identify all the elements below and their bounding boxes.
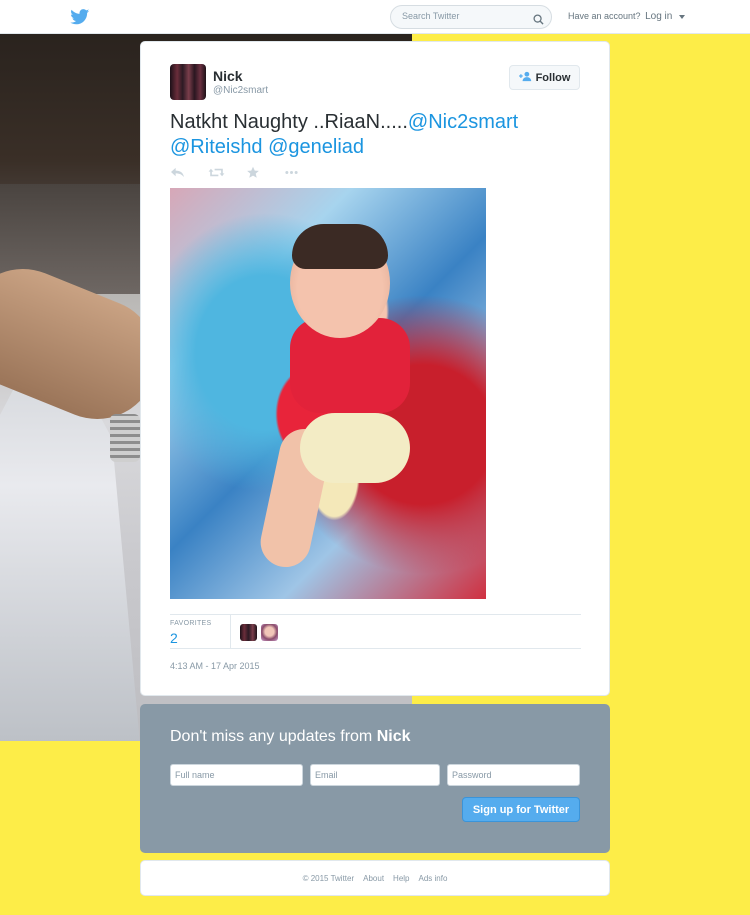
signup-title-name: Nick (376, 728, 411, 745)
favoriter-avatar[interactable] (240, 624, 257, 641)
signup-title-prefix: Don't miss any updates from (170, 728, 373, 745)
footer-link-about[interactable]: About (363, 874, 384, 883)
more-icon[interactable] (284, 166, 300, 180)
mention-link[interactable]: @Riteishd (170, 136, 263, 158)
follow-button[interactable]: Follow (509, 65, 580, 90)
twitter-bird-icon[interactable] (70, 9, 90, 25)
account-prompt: Have an account? (568, 11, 641, 21)
retweet-icon[interactable] (208, 166, 225, 180)
caret-down-icon[interactable] (678, 14, 685, 19)
tweet-body: Natkht Naughty ..RiaaN..... (170, 111, 408, 133)
top-bar: Have an account? Log in (0, 0, 750, 34)
login-link[interactable]: Log in (645, 11, 672, 22)
author-handle[interactable]: @Nic2smart (213, 85, 268, 96)
add-user-icon (518, 71, 532, 85)
divider (170, 614, 581, 615)
author-name[interactable]: Nick (213, 68, 243, 84)
fullname-field[interactable] (170, 764, 303, 786)
footer-link-ads-info[interactable]: Ads info (419, 874, 448, 883)
email-field[interactable] (310, 764, 440, 786)
footer-link-help[interactable]: Help (393, 874, 409, 883)
avatar[interactable] (170, 64, 206, 100)
signup-panel: Don't miss any updates from Nick Sign up… (140, 704, 610, 853)
search-input[interactable] (400, 10, 534, 22)
tweet-card: Nick @Nic2smart Follow Natkht Naughty ..… (140, 41, 610, 696)
favorites-count[interactable]: 2 (170, 630, 178, 646)
tweet-timestamp[interactable]: 4:13 AM - 17 Apr 2015 (170, 661, 260, 671)
password-field[interactable] (447, 764, 580, 786)
mention-link[interactable]: @Nic2smart (408, 111, 518, 133)
tweet-text: Natkht Naughty ..RiaaN.....@Nic2smart @R… (170, 110, 580, 160)
tweet-photo[interactable] (170, 188, 486, 599)
search-box[interactable] (390, 5, 552, 29)
tweet-actions (170, 166, 300, 180)
copyright-text: © 2015 Twitter (302, 873, 355, 883)
mention-link[interactable]: @geneliad (268, 136, 364, 158)
footer: © 2015 Twitter About Help Ads info (140, 860, 610, 896)
divider (230, 615, 231, 648)
search-icon[interactable] (533, 12, 544, 25)
signup-button[interactable]: Sign up for Twitter (462, 797, 580, 822)
favoriter-avatar[interactable] (261, 624, 278, 641)
favorites-label: FAVORITES (170, 620, 212, 627)
reply-icon[interactable] (170, 166, 186, 180)
divider (170, 648, 581, 649)
favorite-icon[interactable] (246, 166, 262, 180)
signup-title: Don't miss any updates from Nick (170, 728, 411, 746)
account-menu[interactable]: Have an account? Log in (568, 11, 685, 22)
follow-label: Follow (535, 71, 571, 84)
